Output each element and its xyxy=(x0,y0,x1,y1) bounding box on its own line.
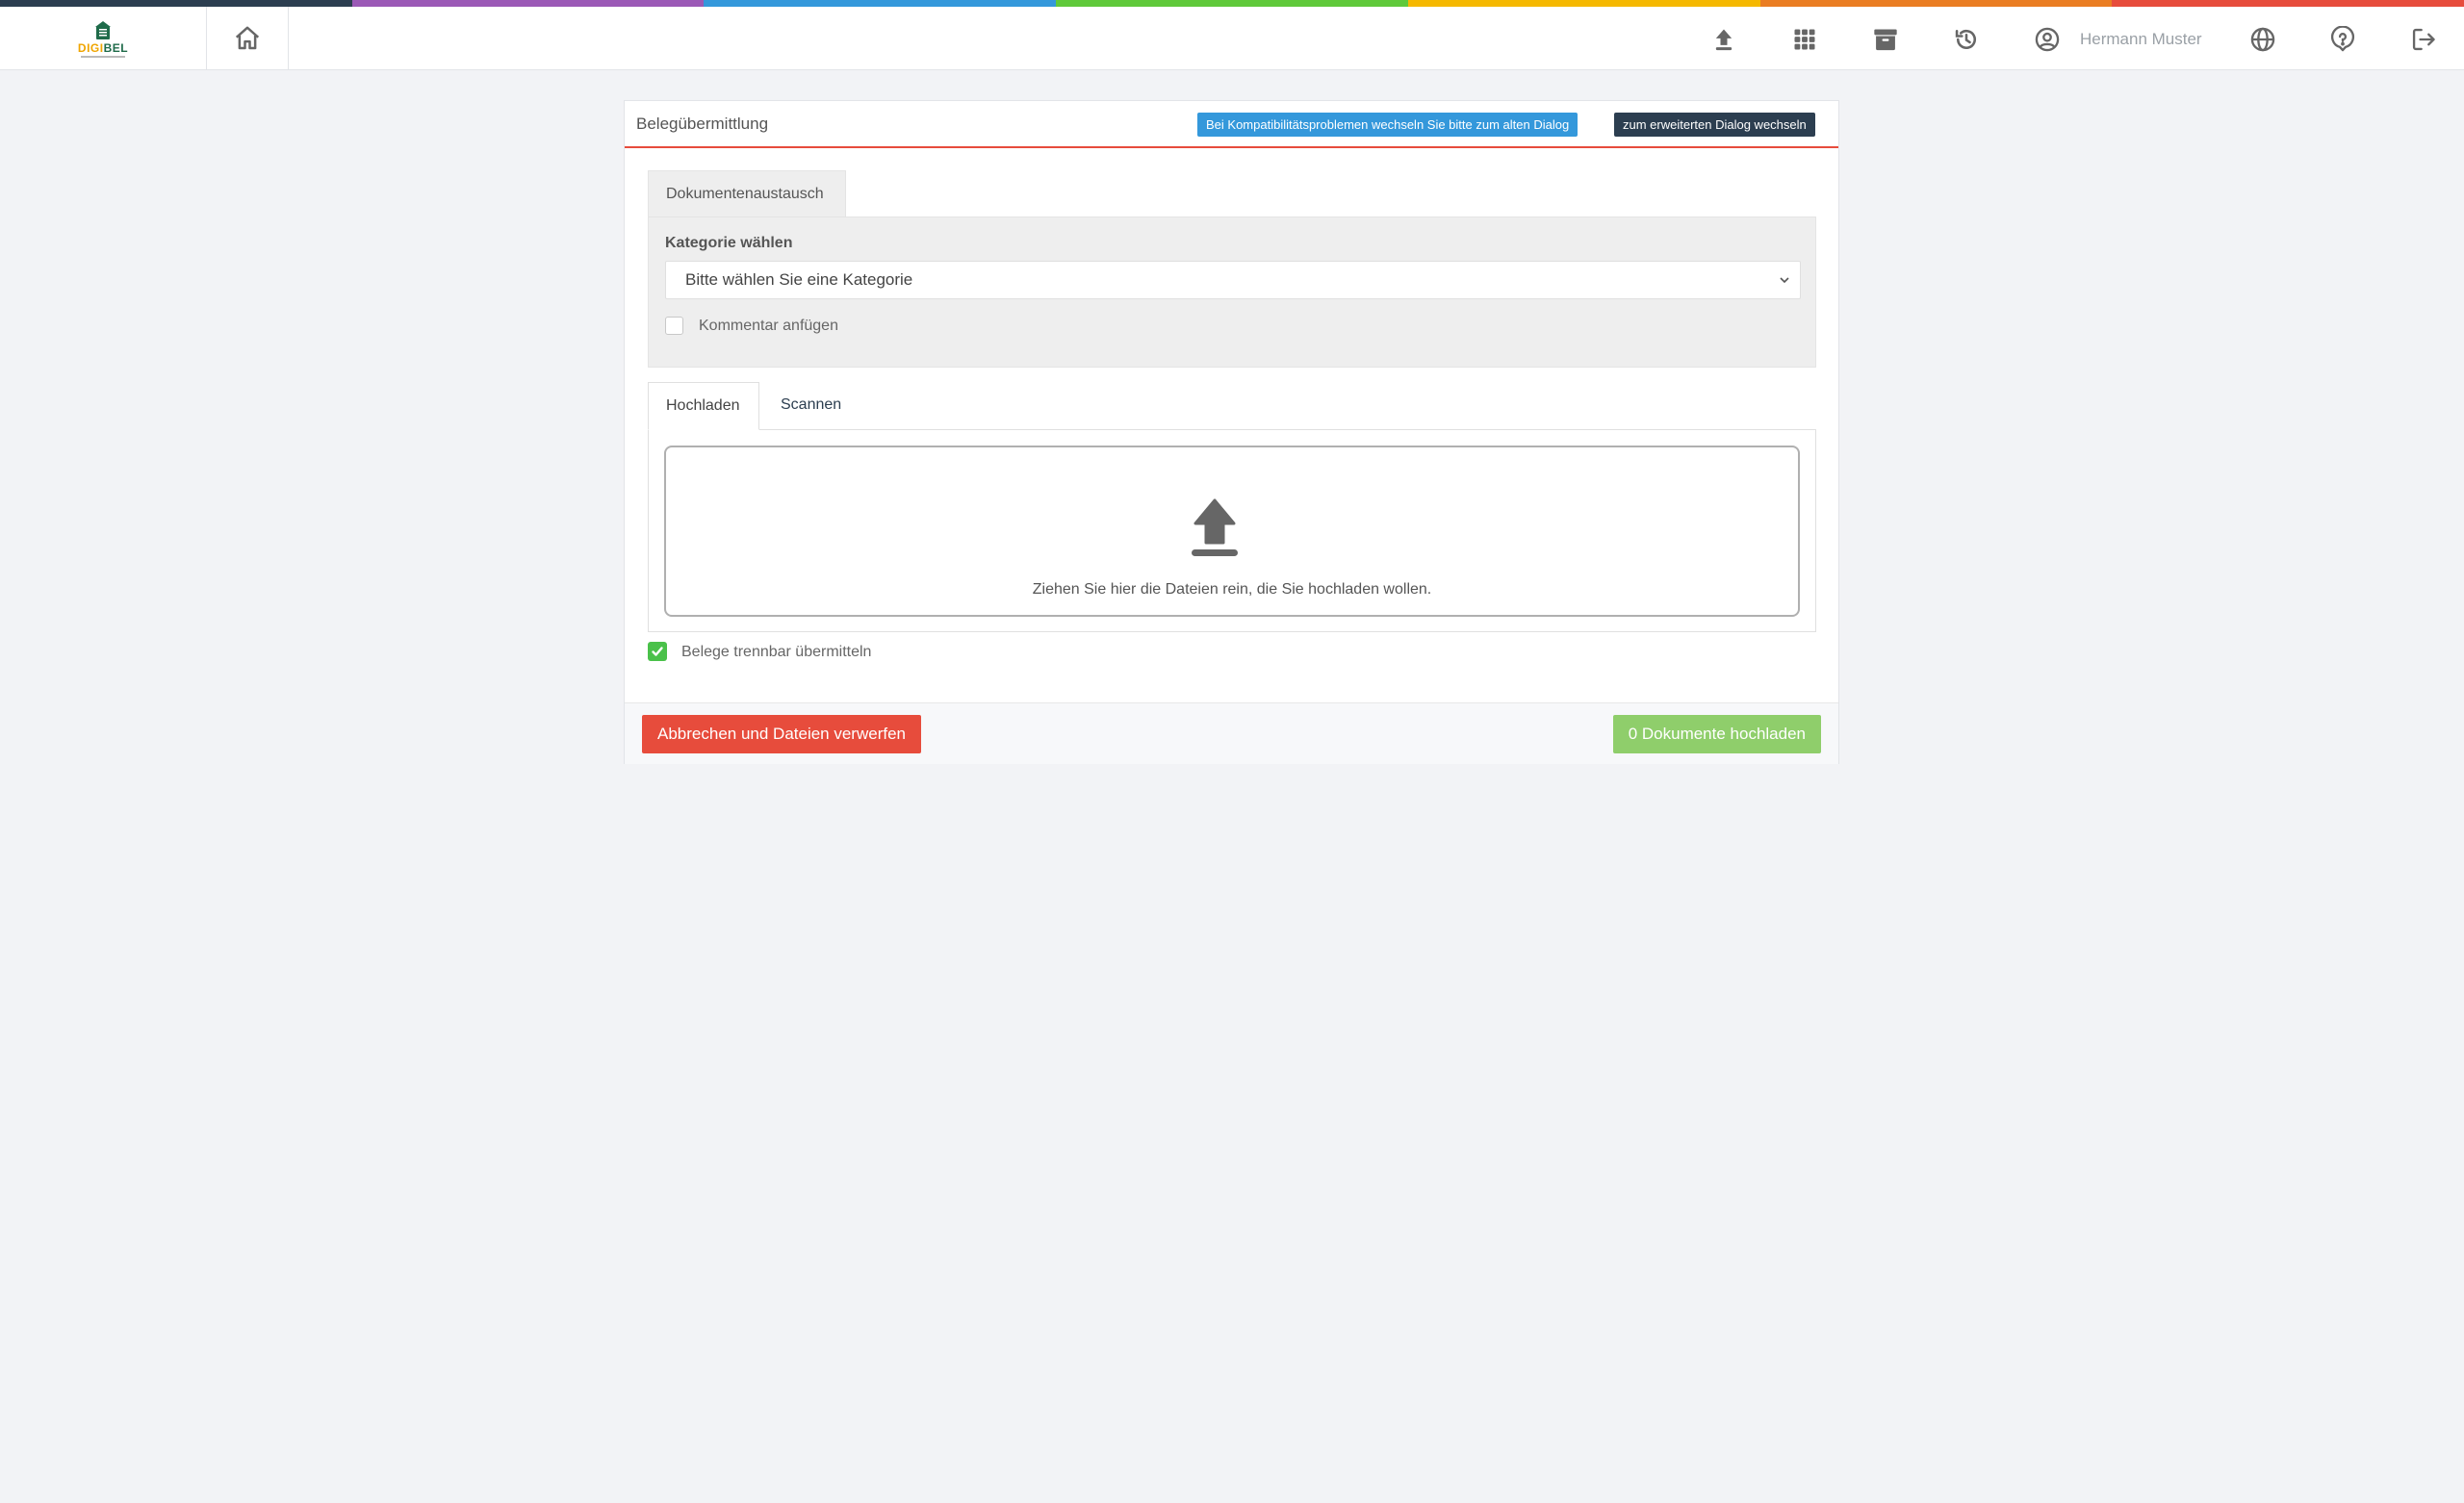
top-navigation-bar: DIGIBEL Hermann Muster xyxy=(0,7,2464,70)
document-submission-card: Belegübermittlung Bei Kompatibilitätspro… xyxy=(624,100,1839,764)
home-button[interactable] xyxy=(207,7,289,70)
logo-suffix: BEL xyxy=(103,40,129,55)
logo-subline xyxy=(80,55,125,58)
apps-nav-button[interactable] xyxy=(1790,25,1819,54)
user-profile-button[interactable] xyxy=(2033,25,2062,54)
logo-inner: DIGIBEL xyxy=(78,20,128,58)
logout-icon xyxy=(2412,28,2435,51)
cancel-discard-button[interactable]: Abbrechen und Dateien verwerfen xyxy=(642,715,921,753)
comment-label: Kommentar anfügen xyxy=(699,318,838,334)
file-dropzone[interactable]: Ziehen Sie hier die Dateien rein, die Si… xyxy=(664,446,1800,617)
upload-icon xyxy=(1715,29,1732,51)
document-exchange-panel: Kategorie wählen Bitte wählen Sie eine K… xyxy=(648,217,1816,368)
category-label: Kategorie wählen xyxy=(665,235,793,251)
card-footer: Abbrechen und Dateien verwerfen 0 Dokume… xyxy=(625,702,1838,764)
house-logo-icon xyxy=(94,20,111,39)
color-strip-segment xyxy=(351,0,705,7)
category-select-value: Bitte wählen Sie eine Kategorie xyxy=(685,270,913,289)
color-strip-segment xyxy=(704,0,1057,7)
archive-icon xyxy=(1874,29,1897,51)
tab-scan[interactable]: Scannen xyxy=(781,396,841,414)
old-dialog-button[interactable]: Bei Kompatibilitätsproblemen wechseln Si… xyxy=(1197,113,1578,137)
apps-grid-icon xyxy=(1794,29,1815,50)
extended-dialog-button[interactable]: zum erweiterten Dialog wechseln xyxy=(1614,113,1815,137)
home-icon xyxy=(235,26,260,50)
globe-icon xyxy=(2250,27,2275,52)
user-circle-icon xyxy=(2035,27,2060,52)
tab-document-exchange[interactable]: Dokumentenaustausch xyxy=(648,170,846,217)
logo-text: DIGIBEL xyxy=(78,41,128,55)
check-icon xyxy=(652,647,663,656)
upload-documents-button[interactable]: 0 Dokumente hochladen xyxy=(1612,715,1821,753)
color-strip-segment xyxy=(1056,0,1408,7)
chevron-down-icon xyxy=(1779,262,1790,312)
color-strip-segment xyxy=(1407,0,1760,7)
archive-nav-button[interactable] xyxy=(1871,25,1900,54)
dropzone-text: Ziehen Sie hier die Dateien rein, die Si… xyxy=(1032,581,1432,598)
upload-panel: Ziehen Sie hier die Dateien rein, die Si… xyxy=(648,429,1816,632)
upload-nav-button[interactable] xyxy=(1709,25,1738,54)
category-select[interactable]: Bitte wählen Sie eine Kategorie xyxy=(665,261,1801,299)
logo[interactable]: DIGIBEL xyxy=(0,7,207,70)
comment-checkbox[interactable] xyxy=(665,317,683,335)
history-nav-button[interactable] xyxy=(1952,25,1981,54)
upload-icon xyxy=(1192,498,1238,556)
separable-label: Belege trennbar übermitteln xyxy=(681,644,872,660)
color-strip xyxy=(0,0,2464,7)
help-icon xyxy=(2331,26,2354,52)
color-strip-segment xyxy=(1759,0,2113,7)
language-button[interactable] xyxy=(2248,25,2277,54)
logout-button[interactable] xyxy=(2409,25,2438,54)
help-button[interactable] xyxy=(2328,25,2357,54)
separable-checkbox[interactable] xyxy=(648,642,667,661)
history-icon xyxy=(1955,29,1976,50)
logo-prefix: DIGI xyxy=(77,40,104,55)
color-strip-segment xyxy=(2112,0,2464,7)
tab-upload[interactable]: Hochladen xyxy=(648,382,759,430)
card-header: Belegübermittlung Bei Kompatibilitätspro… xyxy=(625,101,1838,148)
color-strip-segment xyxy=(0,0,352,7)
user-name[interactable]: Hermann Muster xyxy=(2080,30,2202,49)
card-title: Belegübermittlung xyxy=(636,115,769,133)
